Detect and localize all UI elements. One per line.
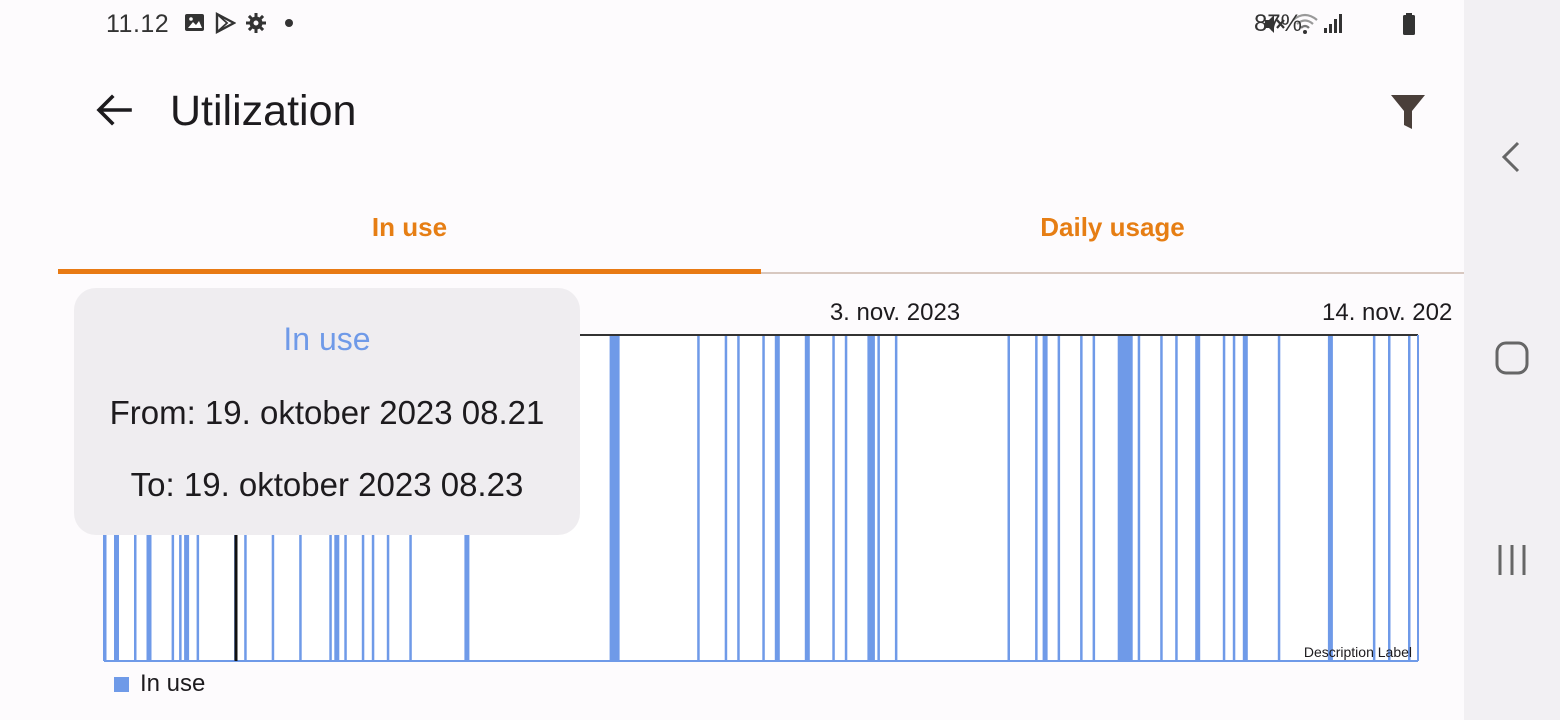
battery-percent: 87% <box>1253 10 1302 37</box>
usage-bar[interactable] <box>774 335 780 661</box>
legend-label: In use <box>140 670 206 697</box>
tab-label: Daily usage <box>1040 212 1185 242</box>
description-label: Description Label <box>1304 644 1412 660</box>
app-bar: Utilization <box>0 60 1464 170</box>
usage-bar[interactable] <box>1222 335 1226 661</box>
usage-bar[interactable] <box>609 335 620 661</box>
back-arrow-icon[interactable] <box>94 90 134 130</box>
usage-bar[interactable] <box>844 335 848 661</box>
usage-bar[interactable] <box>1035 335 1038 661</box>
usage-bar[interactable] <box>1137 335 1141 661</box>
chart-tooltip: In use From: 19. oktober 2023 08.21 To: … <box>74 288 580 535</box>
tooltip-title: In use <box>283 321 371 357</box>
usage-bar[interactable] <box>1117 335 1133 661</box>
usage-bar[interactable] <box>877 335 880 661</box>
usage-bar[interactable] <box>1372 335 1376 661</box>
usage-bar[interactable] <box>1175 335 1178 661</box>
chart-legend: In use <box>114 670 205 698</box>
tab-bar: In use Daily usage <box>58 185 1464 274</box>
system-nav-bar <box>1464 0 1560 720</box>
tab-label: In use <box>371 212 448 242</box>
usage-bar[interactable] <box>1080 335 1083 661</box>
nav-recents-icon[interactable] <box>1492 540 1532 580</box>
status-bar: 11.12 87% <box>0 0 1464 50</box>
usage-bar[interactable] <box>1160 335 1163 661</box>
usage-bar[interactable] <box>1195 335 1201 661</box>
tooltip-to: To: 19. oktober 2023 08.23 <box>130 466 524 503</box>
usage-bar[interactable] <box>697 335 700 661</box>
usage-bar[interactable] <box>1242 335 1248 661</box>
usage-bar[interactable] <box>1327 335 1333 661</box>
x-tick-label: 3. nov. 2023 <box>830 299 960 326</box>
tab-in-use[interactable]: In use <box>58 185 761 270</box>
usage-bar[interactable] <box>1408 335 1411 661</box>
usage-bar[interactable] <box>1232 335 1236 661</box>
usage-bar[interactable] <box>1042 335 1048 661</box>
play-store-icon <box>215 12 236 34</box>
gallery-icon <box>185 14 204 31</box>
tab-daily-usage[interactable]: Daily usage <box>761 185 1464 270</box>
usage-bar[interactable] <box>737 335 740 661</box>
usage-bar[interactable] <box>804 335 810 661</box>
filter-icon[interactable] <box>1390 92 1426 132</box>
usage-bar[interactable] <box>832 335 835 661</box>
nav-home-icon[interactable] <box>1492 338 1532 378</box>
tooltip-from: From: 19. oktober 2023 08.21 <box>109 394 545 431</box>
usage-bar[interactable] <box>762 335 765 661</box>
settings-gear-icon <box>246 13 266 33</box>
battery-icon <box>1403 13 1415 35</box>
usage-bar[interactable] <box>894 335 898 661</box>
status-time: 11.12 <box>106 10 170 38</box>
legend-swatch <box>114 676 129 692</box>
usage-bar[interactable] <box>1092 335 1096 661</box>
x-tick-label: 14. nov. 202 <box>1322 299 1452 326</box>
tab-indicator <box>58 269 761 274</box>
signal-icon <box>1324 14 1342 33</box>
usage-bar[interactable] <box>1057 335 1061 661</box>
usage-bar[interactable] <box>724 335 728 661</box>
usage-bar[interactable] <box>867 335 875 661</box>
usage-bar[interactable] <box>1388 335 1391 661</box>
notification-dot-icon <box>285 19 293 27</box>
page-title: Utilization <box>170 87 357 135</box>
usage-bar[interactable] <box>1277 335 1281 661</box>
usage-bar[interactable] <box>1007 335 1011 661</box>
nav-back-icon[interactable] <box>1492 137 1532 177</box>
